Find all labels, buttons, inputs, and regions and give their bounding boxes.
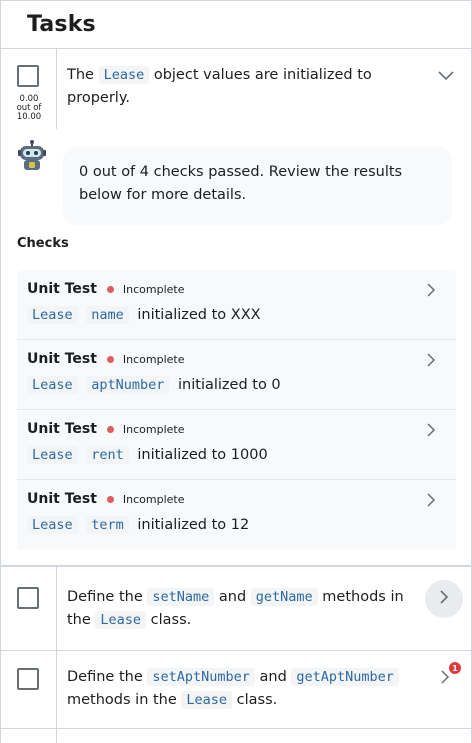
- check-text: initialized to XXX: [137, 307, 261, 323]
- task-text-2: and: [218, 589, 247, 605]
- code-lease: Lease: [27, 516, 78, 534]
- check-type: Unit Test: [27, 421, 97, 437]
- check-header: Unit Test Incomplete: [27, 281, 185, 297]
- code-field: aptNumber: [86, 376, 170, 394]
- check-description: Lease aptNumber initialized to 0: [27, 376, 281, 394]
- code-lease: Lease: [98, 66, 150, 84]
- task-description[interactable]: Define the setAptNumber and getAptNumber…: [67, 666, 417, 712]
- check-row[interactable]: Unit Test Incomplete Lease aptNumber ini…: [17, 340, 456, 410]
- code-lease: Lease: [181, 691, 233, 709]
- task-score: 0.00 out of 10.00: [9, 95, 49, 122]
- task-description[interactable]: Define the setName and getName methods i…: [67, 586, 417, 632]
- chevron-right-icon[interactable]: [440, 669, 450, 689]
- check-text: initialized to 0: [178, 377, 281, 393]
- chevron-down-icon[interactable]: [437, 67, 455, 86]
- task-text-4: class.: [236, 692, 278, 708]
- task-checkbox[interactable]: [17, 587, 39, 609]
- chevron-right-icon: [439, 589, 449, 609]
- code-setname: setName: [147, 588, 215, 606]
- task-description[interactable]: The Lease object values are initialized …: [67, 64, 387, 110]
- code-lease: Lease: [27, 446, 78, 464]
- code-getname: getName: [250, 588, 318, 606]
- feedback-bubble: 0 out of 4 checks passed. Review the res…: [63, 147, 452, 225]
- task-divider: [56, 567, 57, 652]
- code-lease: Lease: [27, 306, 78, 324]
- code-field: name: [86, 306, 129, 324]
- check-header: Unit Test Incomplete: [27, 491, 185, 507]
- page-title: Tasks: [27, 12, 96, 37]
- check-row[interactable]: Unit Test Incomplete Lease rent initiali…: [17, 410, 456, 480]
- status-dot: [106, 285, 114, 293]
- task-text-5: class.: [150, 612, 192, 628]
- feedback-text: 0 out of 4 checks passed. Review the res…: [79, 164, 403, 203]
- checks-title: Checks: [17, 236, 69, 251]
- tasks-panel: Tasks 0.00 out of 10.00 The Lease object…: [0, 0, 472, 743]
- check-type: Unit Test: [27, 351, 97, 367]
- check-description: Lease name initialized to XXX: [27, 306, 261, 324]
- chevron-right-icon[interactable]: [426, 282, 436, 302]
- check-header: Unit Test Incomplete: [27, 421, 185, 437]
- chevron-right-icon[interactable]: [426, 492, 436, 512]
- status-label: Incomplete: [122, 352, 185, 366]
- task-text-4: the: [67, 612, 91, 628]
- status-label: Incomplete: [122, 422, 185, 436]
- task-item-initialized: 0.00 out of 10.00 The Lease object value…: [1, 49, 471, 566]
- code-lease: Lease: [95, 611, 147, 629]
- code-setaptnumber: setAptNumber: [147, 668, 255, 686]
- chevron-right-icon[interactable]: [426, 422, 436, 442]
- code-field: rent: [86, 446, 129, 464]
- chevron-right-icon[interactable]: [426, 352, 436, 372]
- task-divider: [56, 729, 57, 743]
- check-description: Lease rent initialized to 1000: [27, 446, 268, 464]
- task-text-1: Define the: [67, 589, 143, 605]
- check-description: Lease term initialized to 12: [27, 516, 250, 534]
- check-text: initialized to 12: [137, 517, 250, 533]
- checks-list: Unit Test Incomplete Lease name initiali…: [17, 270, 456, 550]
- robot-icon: [17, 139, 47, 171]
- status-dot: [106, 495, 114, 503]
- check-type: Unit Test: [27, 281, 97, 297]
- task-checkbox[interactable]: [17, 668, 39, 690]
- task-text-3: methods in the: [67, 692, 177, 708]
- code-lease: Lease: [27, 376, 78, 394]
- check-header: Unit Test Incomplete: [27, 351, 185, 367]
- task-item-setaptnumber: Define the setAptNumber and getAptNumber…: [1, 651, 471, 729]
- task-text-3: methods in: [322, 589, 404, 605]
- check-row[interactable]: Unit Test Incomplete Lease term initiali…: [17, 480, 456, 550]
- status-dot: [106, 425, 114, 433]
- check-row[interactable]: Unit Test Incomplete Lease name initiali…: [17, 270, 456, 340]
- status-label: Incomplete: [122, 492, 185, 506]
- code-getaptnumber: getAptNumber: [291, 668, 399, 686]
- task-checkbox[interactable]: [17, 65, 39, 87]
- notification-badge: 1: [449, 662, 461, 674]
- tasks-header: Tasks: [1, 0, 471, 49]
- task-divider: [56, 49, 57, 129]
- check-text: initialized to 1000: [137, 447, 268, 463]
- task-item-setname: Define the setName and getName methods i…: [1, 566, 471, 652]
- status-dot: [106, 355, 114, 363]
- score-total: 10.00: [16, 112, 42, 122]
- code-field: term: [86, 516, 129, 534]
- expand-task-button[interactable]: [425, 580, 463, 618]
- task-item-next: [1, 729, 471, 743]
- task-text-2: and: [259, 669, 287, 685]
- check-type: Unit Test: [27, 491, 97, 507]
- task-text-1: The: [67, 67, 94, 83]
- task-divider: [56, 651, 57, 729]
- task-text-1: Define the: [67, 669, 143, 685]
- status-label: Incomplete: [122, 282, 185, 296]
